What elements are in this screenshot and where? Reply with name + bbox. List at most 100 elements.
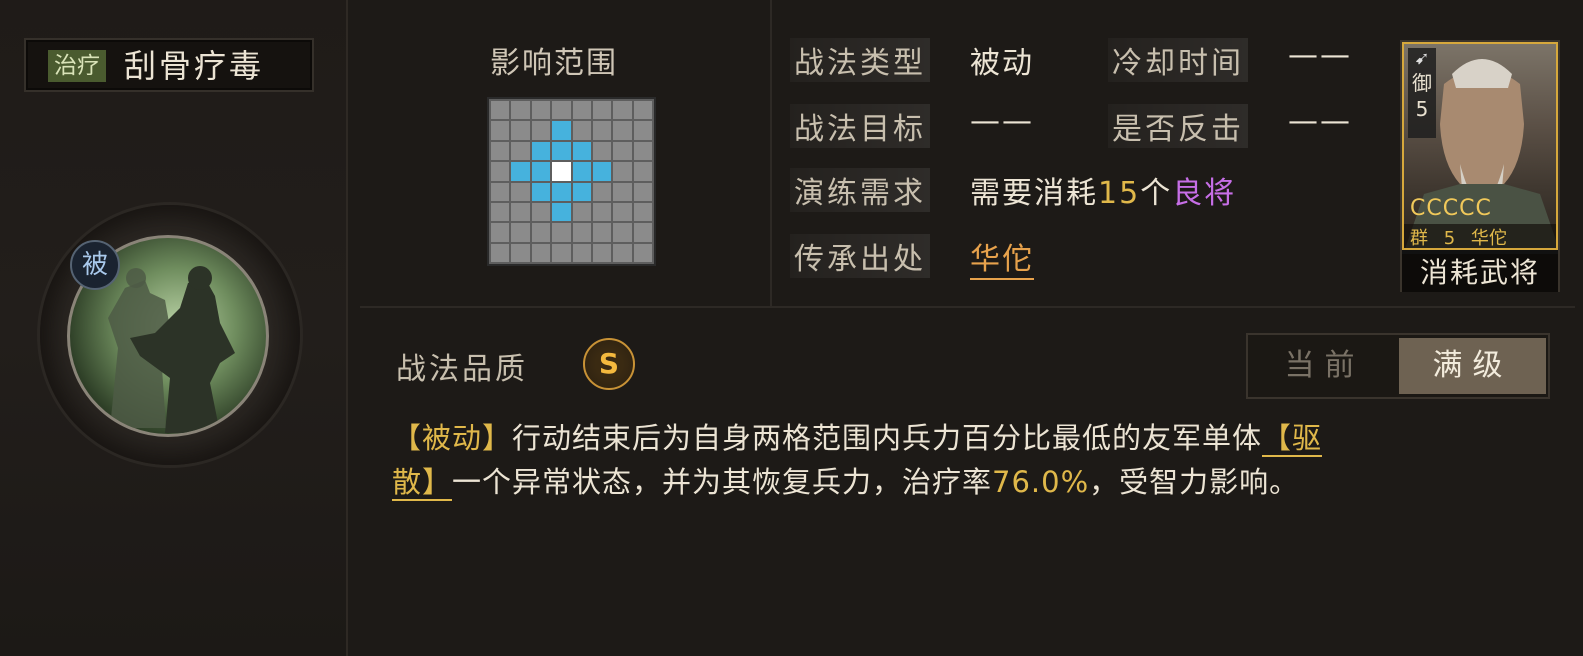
drill-label: 演练需求 — [790, 168, 930, 212]
range-cell — [592, 243, 612, 262]
range-cell — [511, 223, 530, 242]
range-cell-affected — [531, 141, 551, 161]
range-cell-affected — [552, 141, 571, 161]
desc-text-2: 一个异常状态，并为其恢复兵力，治疗率 — [452, 465, 993, 499]
skill-left-panel: 治疗 刮骨疗毒 被 — [0, 0, 348, 656]
range-cell-affected — [592, 162, 612, 181]
range-title: 影响范围 — [490, 46, 618, 81]
drill-quality: 良将 — [1172, 176, 1237, 211]
range-cell — [633, 141, 652, 161]
range-cell — [613, 243, 632, 262]
range-cell — [552, 101, 571, 120]
range-cell-affected — [531, 182, 551, 201]
range-cell-affected — [552, 182, 571, 201]
range-cell — [511, 182, 530, 201]
range-cell — [633, 243, 652, 262]
range-cell — [511, 121, 530, 140]
dispel-link-part1[interactable]: 【驱 — [1262, 421, 1323, 457]
range-cell — [613, 101, 632, 120]
drill-unit: 个 — [1140, 176, 1173, 211]
general-faction: 群 — [1410, 228, 1428, 249]
general-info: 群 5 华佗 — [1404, 224, 1556, 248]
quality-label: 战法品质 — [396, 352, 528, 387]
level-toggle: 当前 满级 — [1246, 333, 1550, 399]
range-section: 影响范围 — [350, 0, 770, 308]
range-cell — [491, 141, 510, 161]
target-value: —— — [970, 104, 1034, 139]
horizontal-divider — [360, 306, 1575, 308]
range-cell — [572, 243, 591, 262]
cooldown-value: —— — [1288, 38, 1352, 73]
range-cell — [511, 243, 530, 262]
range-cell — [613, 202, 632, 222]
type-value: 被动 — [970, 46, 1034, 81]
vertical-divider — [770, 0, 772, 308]
source-label: 传承出处 — [790, 234, 930, 278]
desc-text-3: ，受智力影响。 — [1089, 465, 1300, 499]
range-cell — [592, 101, 612, 120]
target-label: 战法目标 — [790, 104, 930, 148]
range-cell-affected — [572, 141, 591, 161]
range-cell — [633, 182, 652, 201]
skill-name: 刮骨疗毒 — [124, 47, 265, 85]
range-cell — [531, 121, 551, 140]
range-cell — [592, 223, 612, 242]
skill-description: 【被动】行动结束后为自身两格范围内兵力百分比最低的友军单体【驱散】一个异常状态，… — [392, 416, 1512, 504]
range-cell — [592, 182, 612, 201]
range-cell-affected — [572, 182, 591, 201]
drill-value: 需要消耗15个良将 — [970, 168, 1236, 212]
range-cell — [531, 101, 551, 120]
range-cell — [491, 162, 510, 181]
range-cell — [633, 101, 652, 120]
range-cell-affected — [531, 162, 551, 181]
counter-value: —— — [1288, 104, 1352, 139]
consume-general-label: 消耗武将 — [1402, 254, 1558, 292]
desc-tag: 【被动】 — [392, 421, 513, 455]
unit-name: 御 — [1412, 71, 1432, 95]
skill-type-tag: 治疗 — [48, 50, 106, 82]
range-cell-affected — [552, 202, 571, 222]
range-cell — [633, 162, 652, 181]
range-cell — [613, 162, 632, 181]
range-cell — [572, 121, 591, 140]
skill-title-plate: 治疗 刮骨疗毒 — [24, 38, 314, 92]
skill-detail-screen: 治疗 刮骨疗毒 被 影响范围 战法类型 被动 冷却时间 —— 战法目标 —— 是… — [0, 0, 1583, 656]
range-cell — [572, 202, 591, 222]
arrow-icon: ➹ — [1414, 48, 1430, 69]
cooldown-label: 冷却时间 — [1108, 38, 1248, 82]
passive-badge: 被 — [70, 240, 120, 290]
general-portrait: ➹ 御 5 CCCCC 群 5 华佗 — [1402, 42, 1558, 250]
range-cell — [511, 101, 530, 120]
range-cell — [592, 202, 612, 222]
unit-tag: ➹ 御 5 — [1408, 48, 1436, 138]
range-cell-self — [552, 162, 571, 181]
range-cell — [511, 202, 530, 222]
range-cell-affected — [552, 121, 571, 140]
type-label: 战法类型 — [790, 38, 930, 82]
range-cell — [592, 141, 612, 161]
range-cell — [491, 223, 510, 242]
dispel-link-part2[interactable]: 散】 — [392, 465, 453, 501]
max-level-tab[interactable]: 满级 — [1399, 338, 1546, 394]
range-cell — [491, 243, 510, 262]
current-level-tab[interactable]: 当前 — [1251, 338, 1398, 394]
quality-grade-badge: S — [583, 338, 635, 390]
general-level: 5 — [1443, 228, 1456, 249]
drill-prefix: 需要消耗 — [970, 176, 1098, 211]
desc-text-1: 行动结束后为自身两格范围内兵力百分比最低的友军单体 — [512, 421, 1263, 455]
general-card[interactable]: ➹ 御 5 CCCCC 群 5 华佗 消耗武将 — [1400, 40, 1560, 292]
range-cell — [613, 141, 632, 161]
range-cell — [491, 202, 510, 222]
range-cell — [592, 121, 612, 140]
range-cell — [572, 101, 591, 120]
counter-label: 是否反击 — [1108, 104, 1248, 148]
general-cost: 5 — [1415, 97, 1429, 121]
range-cell-affected — [572, 162, 591, 181]
range-cell — [491, 182, 510, 201]
range-cell — [531, 243, 551, 262]
range-grid — [487, 97, 656, 266]
source-general-link[interactable]: 华佗 — [970, 234, 1034, 280]
range-cell — [552, 243, 571, 262]
range-cell — [633, 223, 652, 242]
range-cell — [613, 121, 632, 140]
